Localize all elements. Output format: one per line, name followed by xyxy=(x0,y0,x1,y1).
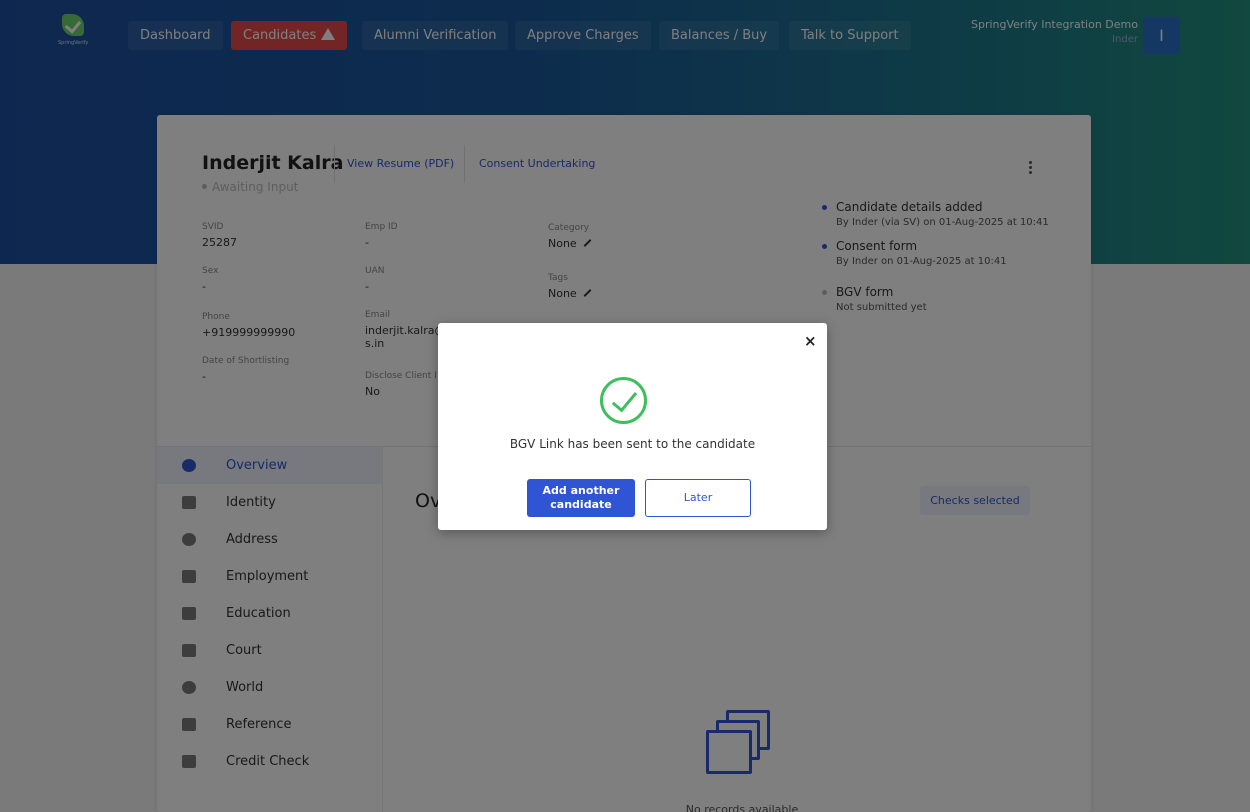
add-another-candidate-button[interactable]: Add another candidate xyxy=(527,479,635,517)
button-label-line1: Add another xyxy=(542,484,620,497)
success-modal: × BGV Link has been sent to the candidat… xyxy=(438,323,827,530)
close-icon[interactable]: × xyxy=(804,332,817,350)
button-label-line2: candidate xyxy=(550,498,612,511)
modal-message: BGV Link has been sent to the candidate xyxy=(509,437,756,451)
later-button[interactable]: Later xyxy=(645,479,751,517)
success-check-icon xyxy=(600,377,647,424)
